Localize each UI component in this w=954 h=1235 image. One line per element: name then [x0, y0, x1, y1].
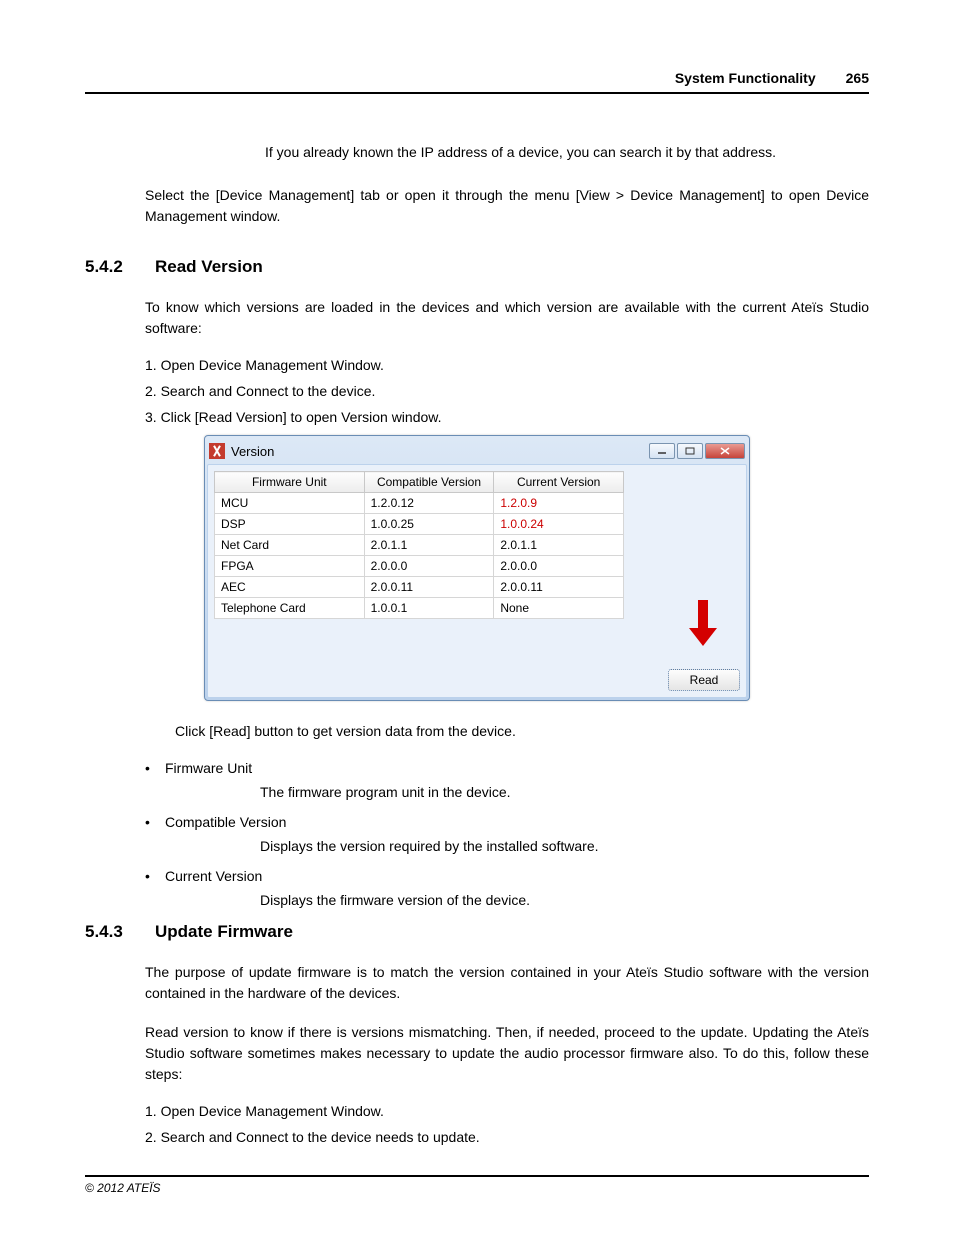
minimize-icon: [657, 447, 667, 455]
cell-current-version: 2.0.0.11: [494, 577, 624, 598]
window-body: Firmware Unit Compatible Version Current…: [207, 464, 747, 698]
table-header-row: Firmware Unit Compatible Version Current…: [215, 472, 624, 493]
section-543-para1: The purpose of update firmware is to mat…: [145, 962, 869, 1004]
cell-compatible-version: 1.0.0.25: [364, 514, 494, 535]
page-header: System Functionality 265: [85, 70, 869, 94]
app-icon: [209, 443, 225, 459]
cell-firmware-unit: DSP: [215, 514, 365, 535]
step-list-543: 1. Open Device Management Window. 2. Sea…: [145, 1103, 869, 1145]
step-item: 1. Open Device Management Window.: [145, 357, 869, 373]
bullet-label: Compatible Version: [165, 814, 869, 830]
cell-compatible-version: 1.0.0.1: [364, 598, 494, 619]
window-title: Version: [231, 444, 649, 459]
cell-current-version: 1.2.0.9: [494, 493, 624, 514]
cell-current-version: 1.0.0.24: [494, 514, 624, 535]
cell-firmware-unit: Net Card: [215, 535, 365, 556]
section-title: Update Firmware: [155, 922, 293, 942]
close-icon: [720, 447, 730, 455]
bullet-desc: Displays the version required by the ins…: [260, 838, 869, 854]
col-current-version[interactable]: Current Version: [494, 472, 624, 493]
section-543-heading: 5.4.3 Update Firmware: [85, 922, 869, 942]
header-title: System Functionality: [675, 70, 816, 86]
minimize-button[interactable]: [649, 443, 675, 459]
page-footer: © 2012 ATEÏS: [85, 1175, 869, 1195]
section-number: 5.4.2: [85, 257, 155, 277]
step-list-542: 1. Open Device Management Window. 2. Sea…: [145, 357, 869, 425]
window-footer: Read: [214, 619, 740, 691]
step-item: 2. Search and Connect to the device need…: [145, 1129, 869, 1145]
bullet-icon: •: [145, 760, 165, 776]
close-button[interactable]: [705, 443, 745, 459]
cell-current-version: None: [494, 598, 624, 619]
bullet-icon: •: [145, 814, 165, 830]
cell-compatible-version: 2.0.0.0: [364, 556, 494, 577]
table-row[interactable]: Net Card2.0.1.12.0.1.1: [215, 535, 624, 556]
table-row[interactable]: Telephone Card1.0.0.1None: [215, 598, 624, 619]
cell-compatible-version: 2.0.1.1: [364, 535, 494, 556]
bullet-label: Firmware Unit: [165, 760, 869, 776]
table-row[interactable]: AEC2.0.0.112.0.0.11: [215, 577, 624, 598]
maximize-icon: [685, 447, 695, 455]
after-window-text: Click [Read] button to get version data …: [175, 721, 869, 742]
maximize-button[interactable]: [677, 443, 703, 459]
bullet-item: • Compatible Version: [145, 814, 869, 830]
version-window: Version Firmware Unit Compatible Version…: [204, 435, 750, 701]
cell-current-version: 2.0.0.0: [494, 556, 624, 577]
table-row[interactable]: DSP1.0.0.251.0.0.24: [215, 514, 624, 535]
step-item: 2. Search and Connect to the device.: [145, 383, 869, 399]
step-item: 1. Open Device Management Window.: [145, 1103, 869, 1119]
copyright: © 2012 ATEÏS: [85, 1181, 161, 1195]
page-number: 265: [846, 70, 869, 86]
bullet-item: • Current Version: [145, 868, 869, 884]
bullet-label: Current Version: [165, 868, 869, 884]
col-firmware-unit[interactable]: Firmware Unit: [215, 472, 365, 493]
cell-firmware-unit: MCU: [215, 493, 365, 514]
cell-firmware-unit: Telephone Card: [215, 598, 365, 619]
bullet-desc: Displays the firmware version of the dev…: [260, 892, 869, 908]
col-compatible-version[interactable]: Compatible Version: [364, 472, 494, 493]
cell-current-version: 2.0.1.1: [494, 535, 624, 556]
section-title: Read Version: [155, 257, 263, 277]
step-item: 3. Click [Read Version] to open Version …: [145, 409, 869, 425]
section-number: 5.4.3: [85, 922, 155, 942]
read-button[interactable]: Read: [668, 669, 740, 691]
table-row[interactable]: FPGA2.0.0.02.0.0.0: [215, 556, 624, 577]
cell-compatible-version: 1.2.0.12: [364, 493, 494, 514]
table-row[interactable]: MCU1.2.0.121.2.0.9: [215, 493, 624, 514]
version-table: Firmware Unit Compatible Version Current…: [214, 471, 624, 619]
section-543-para2: Read version to know if there is version…: [145, 1022, 869, 1085]
intro-block: If you already known the IP address of a…: [145, 144, 869, 227]
window-controls: [649, 443, 745, 459]
arrow-head-icon: [689, 628, 717, 646]
section-542-heading: 5.4.2 Read Version: [85, 257, 869, 277]
section-542-para: To know which versions are loaded in the…: [145, 297, 869, 339]
arrow-shaft-icon: [698, 600, 708, 630]
window-titlebar[interactable]: Version: [207, 438, 747, 464]
cell-firmware-unit: AEC: [215, 577, 365, 598]
bullet-list: • Firmware Unit The firmware program uni…: [145, 760, 869, 908]
intro-text-1: If you already known the IP address of a…: [265, 144, 869, 160]
bullet-icon: •: [145, 868, 165, 884]
bullet-desc: The firmware program unit in the device.: [260, 784, 869, 800]
bullet-item: • Firmware Unit: [145, 760, 869, 776]
cell-compatible-version: 2.0.0.11: [364, 577, 494, 598]
intro-text-2: Select the [Device Management] tab or op…: [145, 185, 869, 227]
cell-firmware-unit: FPGA: [215, 556, 365, 577]
